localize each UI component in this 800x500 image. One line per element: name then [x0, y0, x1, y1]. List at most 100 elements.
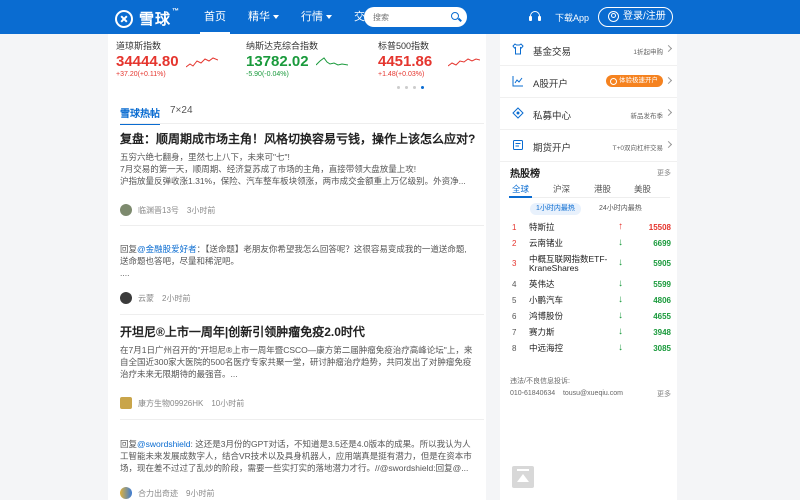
service-name: A股开户: [533, 79, 568, 90]
tab-shanghai-shenzhen[interactable]: 沪深: [553, 183, 570, 195]
chevron-right-icon: [664, 108, 673, 117]
index-card-sp500[interactable]: 标普500指数 4451.86 +1.48(+0.03%): [370, 39, 490, 85]
stock-name: 赛力斯: [529, 327, 555, 337]
back-to-top-icon[interactable]: [512, 466, 534, 488]
post-author[interactable]: 临渊晋13号: [138, 205, 179, 216]
post-author[interactable]: 康方生物09926HK: [138, 398, 203, 409]
feed-post[interactable]: 开坦尼®上市一周年|创新引领肿瘤免疫2.0时代 在7月1日广州召开的"开坦尼®上…: [120, 324, 484, 380]
xueqiu-logo[interactable]: 雪球™: [115, 8, 180, 29]
tab-7x24[interactable]: 7×24: [170, 105, 193, 116]
list-item[interactable]: 5 小鹏汽车 ↓ 4806: [500, 293, 677, 309]
market-tabs: 全球 沪深 港股 美股: [508, 182, 670, 198]
list-item[interactable]: 3 中概互联网指数ETF-KraneShares ↓ 5905: [500, 252, 677, 276]
arrow-up-icon: ↑: [618, 221, 623, 232]
index-name: 纳斯达克综合指数: [246, 41, 319, 51]
service-a-share-account[interactable]: A股开户 体验极速开户: [500, 66, 677, 98]
carousel-dot[interactable]: [421, 86, 424, 89]
stock-name: 小鹏汽车: [529, 295, 564, 305]
stock-name: 特斯拉: [529, 222, 555, 232]
login-register-button[interactable]: 登录/注册: [598, 7, 673, 27]
complaint-phone: 010-61840634: [510, 390, 556, 397]
range-24h-button[interactable]: 24小时内最热: [599, 203, 642, 215]
divider: [120, 314, 484, 315]
feed-post[interactable]: 回复@swordshield: 这还是3月份的GPT对话，不知道是3.5还是4.…: [120, 434, 484, 474]
list-item[interactable]: 6 鸿博股份 ↓ 4655: [500, 309, 677, 325]
arrow-down-icon: ↓: [618, 342, 623, 353]
download-app-link[interactable]: 下载App: [555, 11, 589, 24]
nav-quotes[interactable]: 行情: [297, 0, 336, 34]
post-body: 五穷六绝七翻身，里然七上八下，未来可"七"! 7月交易的第一天，顺周期、经济复苏…: [120, 152, 466, 186]
chevron-down-icon: [326, 15, 332, 20]
service-fund-trading[interactable]: 基金交易 1折起申购: [500, 34, 677, 66]
post-title[interactable]: 开坦尼®上市一周年|创新引领肿瘤免疫2.0时代: [120, 324, 484, 340]
service-desc: 新品发布季: [630, 113, 664, 120]
tab-hong-kong[interactable]: 港股: [594, 183, 611, 195]
avatar[interactable]: [120, 292, 132, 304]
post-body: 回复@金融股爱好者：【送命题】老朋友你希望我怎么回答呢？这很容易变成我的一道送命…: [120, 244, 467, 278]
index-card-dow[interactable]: 道琼斯指数 34444.80 +37.20(+0.11%): [108, 39, 228, 85]
list-item[interactable]: 8 中远海控 ↓ 3085: [500, 341, 677, 357]
index-value: 13782.02: [246, 53, 309, 70]
heat-value: 3085: [653, 344, 671, 353]
arrow-down-icon: ↓: [618, 310, 623, 321]
feed-post[interactable]: 复盘：顺周期成市场主角！风格切换容易亏钱，操作上该怎么应对? 五穷六绝七翻身，里…: [120, 131, 484, 187]
chevron-right-icon: [664, 76, 673, 85]
arrow-down-icon: ↓: [618, 237, 623, 248]
post-meta: 临渊晋13号 3小时前: [120, 204, 215, 216]
user-mention[interactable]: @金融股爱好者: [137, 244, 197, 254]
service-futures-account[interactable]: 期货开户 T+0双向杠杆交易: [500, 130, 677, 162]
list-item[interactable]: 4 英伟达 ↓ 5599: [500, 277, 677, 293]
nav-featured[interactable]: 精华: [244, 0, 283, 34]
heat-value: 4806: [653, 296, 671, 305]
index-value: 4451.86: [378, 53, 433, 70]
service-desc: 1折起申购: [633, 49, 663, 56]
service-private-fund[interactable]: 私募中心 新品发布季: [500, 98, 677, 130]
hot-stocks-more-link[interactable]: 更多: [657, 168, 671, 178]
service-name: 私募中心: [533, 111, 572, 122]
index-value: 34444.80: [116, 53, 179, 70]
post-meta: 云蒙 2小时前: [120, 292, 190, 304]
avatar[interactable]: [120, 204, 132, 216]
post-time: 2小时前: [162, 293, 191, 303]
complaint-more-link[interactable]: 更多: [657, 389, 671, 399]
private-fund-icon: [512, 107, 524, 119]
customer-service-icon[interactable]: [529, 11, 541, 21]
chevron-down-icon: [273, 15, 279, 20]
main-feed: 道琼斯指数 34444.80 +37.20(+0.11%) 纳斯达克综合指数 1…: [108, 34, 486, 500]
index-name: 道琼斯指数: [116, 41, 162, 51]
heat-value: 6699: [653, 239, 671, 248]
tab-global[interactable]: 全球: [508, 183, 533, 198]
heat-value: 5905: [653, 259, 671, 268]
range-1h-button[interactable]: 1小时内最热: [530, 203, 581, 215]
complaint-label: 违法/不良信息投诉:: [510, 378, 570, 385]
login-label: 登录/注册: [623, 11, 666, 22]
hot-stocks-title: 热股榜: [510, 169, 540, 180]
open-account-badge[interactable]: 体验极速开户: [606, 75, 663, 87]
shirt-icon: [512, 43, 524, 55]
stock-name: 鸿博股份: [529, 311, 564, 321]
carousel-dot[interactable]: [397, 86, 400, 89]
divider: [120, 123, 484, 124]
list-item[interactable]: 2 云南锗业 ↓ 6699: [500, 236, 677, 252]
post-title[interactable]: 复盘：顺周期成市场主角！风格切换容易亏钱，操作上该怎么应对?: [120, 131, 484, 147]
post-author[interactable]: 云蒙: [138, 293, 154, 304]
heat-value: 3948: [653, 328, 671, 337]
top-navigation-bar: 雪球™ 首页 精华 行情 交易 下载App 登录/注册: [0, 0, 800, 34]
carousel-dot[interactable]: [405, 86, 408, 89]
post-author[interactable]: 合力出奇迹: [138, 488, 178, 499]
post-meta: 康方生物09926HK 10小时前: [120, 397, 244, 409]
search-icon[interactable]: [451, 12, 459, 20]
tab-hot-posts[interactable]: 雪球热帖: [120, 105, 160, 125]
avatar[interactable]: [120, 487, 132, 499]
complaint-email[interactable]: tousu@xueqiu.com: [563, 390, 623, 397]
nav-home[interactable]: 首页: [200, 0, 230, 34]
avatar[interactable]: [120, 397, 132, 409]
list-item[interactable]: 7 赛力斯 ↓ 3948: [500, 325, 677, 341]
index-card-nasdaq[interactable]: 纳斯达克综合指数 13782.02 -5.90(-0.04%): [238, 39, 358, 85]
carousel-dot[interactable]: [413, 86, 416, 89]
list-item[interactable]: 1 特斯拉 ↑ 15508: [500, 220, 677, 236]
tab-us-stocks[interactable]: 美股: [634, 183, 651, 195]
right-sidebar: 基金交易 1折起申购 A股开户 体验极速开户 私募中心 新品发布季 期货开户 T…: [500, 34, 677, 500]
feed-post[interactable]: 回复@金融股爱好者：【送命题】老朋友你希望我怎么回答呢？这很容易变成我的一道送命…: [120, 239, 484, 279]
user-mention[interactable]: @swordshield: [137, 439, 191, 449]
